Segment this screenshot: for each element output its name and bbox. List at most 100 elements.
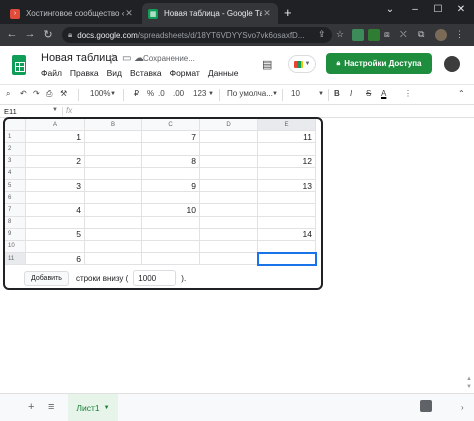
row-header[interactable]: 7: [4, 203, 26, 217]
cell-b4[interactable]: [84, 166, 142, 180]
row-header[interactable]: 8: [4, 215, 26, 229]
format-currency-button[interactable]: ₽: [134, 89, 139, 98]
close-tab-icon[interactable]: ✕: [262, 8, 272, 19]
menu-data[interactable]: Данные: [208, 68, 239, 78]
cell-d11[interactable]: [199, 252, 258, 266]
column-header[interactable]: E: [257, 117, 316, 132]
cell-b3[interactable]: [84, 154, 142, 168]
user-avatar[interactable]: [444, 56, 460, 72]
cell-e6[interactable]: [257, 191, 316, 205]
menu-file[interactable]: Файл: [41, 68, 62, 78]
cell-c1[interactable]: 7: [141, 130, 200, 144]
menu-format[interactable]: Формат: [170, 68, 200, 78]
reload-icon[interactable]: ↻: [40, 28, 56, 41]
row-header[interactable]: 10: [4, 239, 26, 254]
maximize-icon[interactable]: ☐: [428, 4, 448, 15]
column-header[interactable]: C: [141, 117, 200, 132]
more-formats-button[interactable]: 123: [193, 89, 206, 98]
cell-b1[interactable]: [84, 130, 142, 144]
tab-search-icon[interactable]: ⌄: [380, 4, 400, 15]
cell-b9[interactable]: [84, 227, 142, 241]
browser-tab-timeweb[interactable]: › Хостинговое сообщество «Time ✕: [4, 3, 140, 24]
cell-e8[interactable]: [257, 215, 316, 229]
cell-e11[interactable]: [256, 251, 317, 266]
column-header[interactable]: A: [25, 117, 85, 132]
cell-d1[interactable]: [199, 130, 258, 144]
collapse-toolbar-icon[interactable]: ⌃: [458, 89, 465, 98]
sheet-tab[interactable]: Лист1 ▼: [68, 394, 118, 421]
cell-a5[interactable]: 3: [25, 178, 85, 193]
cell-e10[interactable]: [257, 239, 316, 254]
name-box[interactable]: E11: [4, 107, 17, 116]
decrease-decimal-button[interactable]: .0: [158, 89, 165, 98]
extension-icon[interactable]: ⛌: [400, 29, 407, 41]
zoom-select[interactable]: 100%: [90, 89, 110, 98]
add-rows-button[interactable]: Добавить: [24, 270, 69, 286]
cell-e2[interactable]: [257, 142, 316, 156]
menu-edit[interactable]: Правка: [70, 68, 99, 78]
cell-b10[interactable]: [84, 239, 142, 254]
bold-button[interactable]: B: [334, 89, 340, 98]
cell-a10[interactable]: [25, 239, 85, 254]
cell-a9[interactable]: 5: [25, 227, 85, 241]
move-folder-icon[interactable]: ▭: [122, 53, 131, 64]
cell-b11[interactable]: [84, 252, 142, 266]
cell-e9[interactable]: 14: [257, 227, 316, 241]
increase-decimal-button[interactable]: .00: [173, 89, 184, 98]
cell-e5[interactable]: 13: [257, 178, 316, 193]
cell-d10[interactable]: [199, 239, 258, 254]
extension-icon[interactable]: [368, 29, 380, 41]
back-icon[interactable]: ←: [4, 28, 20, 40]
cell-a6[interactable]: [25, 191, 85, 205]
explore-icon[interactable]: [420, 400, 432, 412]
cell-c11[interactable]: [141, 252, 200, 266]
italic-button[interactable]: I: [350, 89, 352, 98]
cell-d4[interactable]: [199, 166, 258, 180]
comments-icon[interactable]: ▤: [262, 58, 272, 71]
cell-b6[interactable]: [84, 191, 142, 205]
add-rows-count-input[interactable]: [133, 270, 177, 286]
cell-c3[interactable]: 8: [141, 154, 200, 168]
paint-format-icon[interactable]: ⚒: [60, 89, 67, 98]
cell-c9[interactable]: [141, 227, 200, 241]
column-header[interactable]: B: [84, 117, 142, 132]
format-percent-button[interactable]: %: [147, 89, 154, 98]
font-size-select[interactable]: 10: [291, 89, 300, 98]
menu-view[interactable]: Вид: [107, 68, 122, 78]
cell-a7[interactable]: 4: [25, 203, 85, 217]
cell-d3[interactable]: [199, 154, 258, 168]
close-tab-icon[interactable]: ✕: [124, 8, 134, 19]
scroll-down-arrow-icon[interactable]: ▼: [466, 384, 472, 390]
extensions-puzzle-icon[interactable]: ⧉: [418, 29, 424, 41]
font-select[interactable]: По умолча...: [227, 89, 273, 98]
new-tab-icon[interactable]: +: [284, 5, 292, 20]
cell-a3[interactable]: 2: [25, 154, 85, 168]
cell-d5[interactable]: [199, 178, 258, 193]
sheets-logo-icon[interactable]: [12, 55, 26, 75]
undo-icon[interactable]: ↶: [20, 89, 27, 98]
cell-c4[interactable]: [141, 166, 200, 180]
share-button[interactable]: 🔒︎ Настройки Доступа: [326, 53, 432, 74]
row-header[interactable]: 3: [4, 154, 26, 168]
cell-b7[interactable]: [84, 203, 142, 217]
all-sheets-icon[interactable]: ≡: [48, 401, 54, 413]
cell-c2[interactable]: [141, 142, 200, 156]
row-header[interactable]: 2: [4, 142, 26, 156]
redo-icon[interactable]: ↷: [33, 89, 40, 98]
cell-e3[interactable]: 12: [257, 154, 316, 168]
add-sheet-icon[interactable]: +: [28, 401, 34, 413]
cell-a8[interactable]: [25, 215, 85, 229]
cell-b2[interactable]: [84, 142, 142, 156]
more-tools-icon[interactable]: ⋮: [404, 89, 412, 98]
cell-d8[interactable]: [199, 215, 258, 229]
extension-icon[interactable]: ⧈: [384, 29, 390, 41]
forward-icon[interactable]: →: [22, 28, 38, 40]
scroll-up-arrow-icon[interactable]: ▲: [466, 376, 472, 382]
address-bar[interactable]: 🔒︎ docs.google.com/spreadsheets/d/18YT6V…: [62, 27, 332, 43]
share-page-icon[interactable]: ⇪: [318, 29, 326, 41]
search-menus-icon[interactable]: ⌕: [6, 89, 10, 99]
cell-d9[interactable]: [199, 227, 258, 241]
document-title[interactable]: Новая таблица: [41, 52, 118, 64]
star-icon[interactable]: ☆: [108, 53, 117, 64]
cell-d6[interactable]: [199, 191, 258, 205]
